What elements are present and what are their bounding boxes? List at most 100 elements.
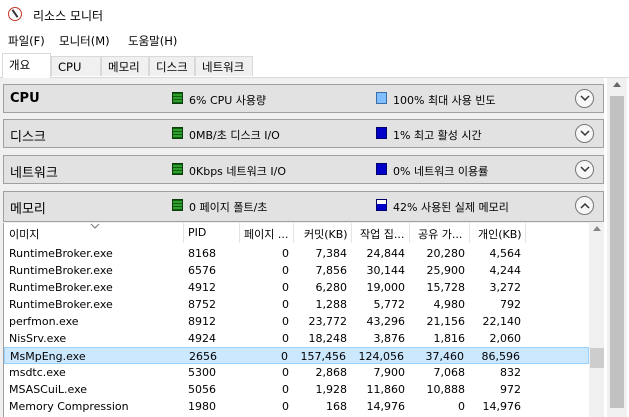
cell-pid: 2656 <box>189 350 217 363</box>
menu-monitor[interactable]: 모니터(M) <box>59 33 110 49</box>
resource-monitor-icon <box>8 7 22 21</box>
network-io-text: 0Kbps 네트워크 I/O <box>189 165 286 178</box>
cell-shareable: 25,900 <box>426 264 466 277</box>
cell-image: MsMpEng.exe <box>10 350 86 363</box>
network-section-header[interactable]: 네트워크 0Kbps 네트워크 I/O 0% 네트워크 이용률 <box>3 155 604 184</box>
cell-private: 4,564 <box>489 247 522 260</box>
table-row[interactable]: msdtc.exe 5300 0 2,868 7,900 7,068 832 <box>4 364 589 381</box>
cell-pid: 8168 <box>188 247 216 260</box>
cell-commit: 23,772 <box>308 315 348 328</box>
cell-private: 3,272 <box>489 281 522 294</box>
cell-page-faults: 0 <box>282 332 289 345</box>
cell-private: 14,976 <box>482 400 522 413</box>
scroll-up-arrow-icon[interactable] <box>613 82 621 87</box>
cell-shareable: 10,888 <box>426 383 466 396</box>
table-row[interactable]: perfmon.exe 8912 0 23,772 43,296 21,156 22,140 <box>4 313 589 330</box>
column-working-set[interactable]: 작업 집... <box>360 226 404 242</box>
memory-faults-text: 0 페이지 폴트/초 <box>189 201 268 214</box>
column-separator[interactable] <box>469 223 470 243</box>
cell-working-set: 24,844 <box>366 247 406 260</box>
cell-shareable: 21,156 <box>426 315 466 328</box>
column-page-faults[interactable]: 페이지 ... <box>244 226 288 242</box>
cell-pid: 8912 <box>188 315 216 328</box>
disk-io-indicator <box>172 127 183 139</box>
table-row[interactable]: RuntimeBroker.exe 8168 0 7,384 24,844 20,280 4… <box>4 245 589 262</box>
column-separator[interactable] <box>239 223 240 243</box>
menu-file[interactable]: 파일(F) <box>8 33 45 49</box>
column-separator[interactable] <box>183 223 184 243</box>
table-row[interactable]: Memory Compression 1980 0 168 14,976 0 14,976 <box>4 398 589 415</box>
column-commit[interactable]: 커밋(KB) <box>304 226 348 242</box>
cell-shareable: 20,280 <box>426 247 466 260</box>
cpu-expand-chevron-icon[interactable] <box>575 89 594 108</box>
memory-section-header[interactable]: 메모리 0 페이지 폴트/초 42% 사용된 실제 메모리 <box>3 191 604 222</box>
cell-page-faults: 0 <box>282 315 289 328</box>
table-row[interactable]: MsMpEng.exe 2656 0 157,456 124,056 37,460 86,5… <box>4 347 589 364</box>
cell-commit: 1,288 <box>315 298 348 311</box>
cell-page-faults: 0 <box>282 366 289 379</box>
cell-private: 832 <box>500 366 521 379</box>
cpu-section-header[interactable]: CPU 6% CPU 사용량 100% 최대 사용 빈도 <box>3 84 604 113</box>
column-image[interactable]: 이미지 <box>9 226 39 242</box>
cell-page-faults: 0 <box>282 383 289 396</box>
disk-section-title: 디스크 <box>10 130 46 145</box>
cell-page-faults: 0 <box>282 400 289 413</box>
scroll-up-arrow-icon[interactable] <box>593 226 601 231</box>
cell-pid: 6576 <box>188 264 216 277</box>
cell-shareable: 7,068 <box>433 366 466 379</box>
window-vertical-scrollbar[interactable] <box>607 78 627 417</box>
table-row[interactable]: MSASCuiL.exe 5056 0 1,928 11,860 10,888 972 <box>4 381 589 398</box>
network-section-title: 네트워크 <box>10 166 58 181</box>
column-private[interactable]: 개인(KB) <box>478 226 522 242</box>
window-scroll-thumb[interactable] <box>610 96 624 408</box>
cell-private: 972 <box>500 383 521 396</box>
memory-used-text: 42% 사용된 실제 메모리 <box>393 201 509 214</box>
cell-pid: 8752 <box>188 298 216 311</box>
table-row[interactable]: NisSrv.exe 4924 0 18,248 3,876 1,816 2,060 <box>4 330 589 347</box>
network-expand-chevron-icon[interactable] <box>575 160 594 179</box>
cell-commit: 18,248 <box>308 332 348 345</box>
cell-shareable: 15,728 <box>426 281 466 294</box>
tab-overview[interactable]: 개요 <box>2 53 51 78</box>
cell-working-set: 19,000 <box>366 281 406 294</box>
cell-working-set: 124,056 <box>358 350 405 363</box>
column-separator[interactable] <box>525 223 526 243</box>
cpu-frequency-text: 100% 최대 사용 빈도 <box>393 94 496 107</box>
disk-section-header[interactable]: 디스크 0MB/초 디스크 I/O 1% 최고 활성 시간 <box>3 119 604 148</box>
cell-page-faults: 0 <box>282 264 289 277</box>
cell-image: RuntimeBroker.exe <box>9 247 113 260</box>
cell-image: RuntimeBroker.exe <box>9 281 113 294</box>
cell-commit: 7,384 <box>315 247 348 260</box>
column-separator[interactable] <box>409 223 410 243</box>
disk-expand-chevron-icon[interactable] <box>575 124 594 143</box>
cell-commit: 6,280 <box>315 281 348 294</box>
cpu-frequency-indicator <box>376 92 387 104</box>
cell-image: perfmon.exe <box>9 315 79 328</box>
column-pid[interactable]: PID <box>188 226 206 239</box>
cpu-usage-text: 6% CPU 사용량 <box>189 94 267 107</box>
cell-image: MSASCuiL.exe <box>9 383 88 396</box>
cell-shareable: 1,816 <box>433 332 466 345</box>
table-vertical-scrollbar[interactable] <box>589 223 604 417</box>
table-row[interactable]: RuntimeBroker.exe 8752 0 1,288 5,772 4,980 792 <box>4 296 589 313</box>
menu-help[interactable]: 도움말(H) <box>128 33 177 49</box>
table-row[interactable]: RuntimeBroker.exe 4912 0 6,280 19,000 15,728 3… <box>4 279 589 296</box>
column-separator[interactable] <box>351 223 352 243</box>
memory-faults-indicator <box>172 199 183 211</box>
memory-used-indicator <box>376 199 387 211</box>
network-utilization-text: 0% 네트워크 이용률 <box>393 165 489 178</box>
tab-network[interactable]: 네트워크 <box>195 56 253 76</box>
cell-commit: 7,856 <box>315 264 348 277</box>
cell-pid: 5056 <box>188 383 216 396</box>
tab-disk[interactable]: 디스크 <box>149 56 195 76</box>
table-scroll-thumb[interactable] <box>590 348 604 368</box>
tab-memory[interactable]: 메모리 <box>101 56 149 76</box>
cell-working-set: 5,772 <box>373 298 406 311</box>
cell-working-set: 14,976 <box>366 400 406 413</box>
tab-cpu[interactable]: CPU <box>51 56 101 76</box>
memory-collapse-chevron-icon[interactable] <box>575 196 594 215</box>
table-row[interactable]: RuntimeBroker.exe 6576 0 7,856 30,144 25,900 4… <box>4 262 589 279</box>
column-shareable[interactable]: 공유 가... <box>418 226 462 242</box>
column-separator[interactable] <box>293 223 294 243</box>
network-io-indicator <box>172 163 183 175</box>
